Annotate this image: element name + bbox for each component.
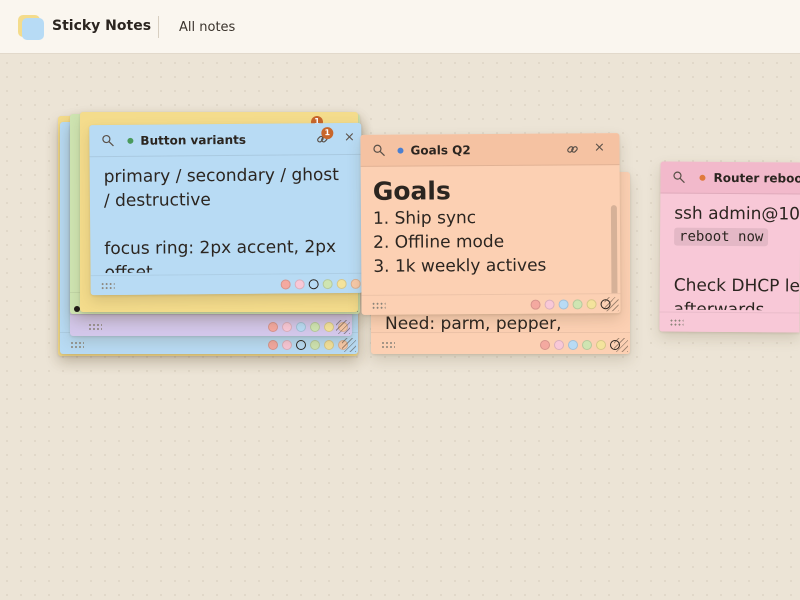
goal-item: 1. Ship sync bbox=[372, 208, 477, 229]
note-line: afterwards bbox=[673, 299, 765, 311]
swatch-blue-selected[interactable] bbox=[308, 279, 319, 290]
swatch-pink[interactable] bbox=[554, 340, 564, 350]
resize-handle[interactable] bbox=[342, 338, 356, 352]
link-count-badge: 1 bbox=[321, 127, 334, 140]
note-line: Need: parm, pepper, bbox=[385, 314, 562, 334]
swatch-orange[interactable] bbox=[350, 278, 361, 289]
swatch-green[interactable] bbox=[572, 299, 583, 310]
app-logo-icon bbox=[18, 15, 44, 41]
note-header[interactable]: Goals Q2 × bbox=[360, 133, 620, 167]
swatch-yellow[interactable] bbox=[336, 278, 347, 290]
app-title: Sticky Notes bbox=[52, 18, 152, 34]
swatch-yellow[interactable] bbox=[596, 340, 606, 350]
note-body[interactable]: ssh admin@10. reboot now Check DHCP le a… bbox=[674, 202, 800, 311]
note-title: Button variants bbox=[140, 132, 247, 148]
note-body[interactable]: Goals 1. Ship sync 2. Offline mode 3. 1k… bbox=[373, 175, 611, 293]
swatch-yellow[interactable] bbox=[324, 340, 334, 350]
swatch-red[interactable] bbox=[268, 340, 278, 350]
pin-icon[interactable] bbox=[372, 144, 386, 158]
note-header[interactable]: Button variants 1 × bbox=[89, 122, 362, 158]
drag-handle-icon[interactable] bbox=[100, 281, 115, 291]
swatch-red[interactable] bbox=[268, 322, 278, 332]
color-swatches bbox=[280, 278, 361, 290]
note-goals-q2[interactable]: Goals Q2 × Goals 1. Ship sync 2. Offline… bbox=[360, 133, 621, 315]
note-line: focus ring: 2px accent, 2px bbox=[104, 237, 337, 260]
header-divider bbox=[158, 16, 159, 38]
swatch-blue[interactable] bbox=[568, 340, 578, 350]
top-bar: Sticky Notes All notes bbox=[0, 0, 800, 54]
color-swatches bbox=[530, 299, 611, 310]
color-swatches bbox=[540, 340, 620, 350]
code-line: reboot now bbox=[674, 226, 800, 251]
resize-handle[interactable] bbox=[614, 338, 628, 352]
swatch-pink[interactable] bbox=[282, 340, 292, 350]
swatch-green[interactable] bbox=[582, 340, 592, 350]
swatch-pink[interactable] bbox=[282, 322, 292, 332]
note-line: Check DHCP le bbox=[673, 275, 800, 297]
swatch-pink[interactable] bbox=[544, 299, 555, 310]
note-header[interactable]: Router reboot bbox=[660, 161, 800, 195]
resize-handle[interactable] bbox=[604, 297, 619, 312]
note-line: / destructive bbox=[103, 190, 211, 212]
note-line: primary / secondary / ghost bbox=[103, 165, 339, 188]
drag-handle-icon[interactable] bbox=[669, 318, 684, 327]
swatch-green[interactable] bbox=[322, 279, 333, 290]
status-dot bbox=[397, 147, 404, 154]
note-title: Router reboot bbox=[713, 170, 800, 186]
note-footer bbox=[659, 311, 800, 333]
pin-icon[interactable] bbox=[672, 171, 686, 185]
swatch-green[interactable] bbox=[310, 322, 320, 332]
note-body[interactable]: primary / secondary / ghost / destructiv… bbox=[104, 163, 353, 273]
drag-handle-icon[interactable] bbox=[70, 341, 84, 349]
swatch-red[interactable] bbox=[280, 279, 291, 290]
note-footer bbox=[70, 314, 352, 336]
swatch-red[interactable] bbox=[530, 299, 541, 310]
drag-handle-icon[interactable] bbox=[381, 341, 395, 349]
swatch-yellow[interactable] bbox=[324, 322, 334, 332]
drag-handle-icon[interactable] bbox=[88, 323, 102, 331]
note-router-reboot[interactable]: Router reboot ssh admin@10. reboot now C… bbox=[659, 161, 800, 333]
note-footer bbox=[361, 293, 621, 315]
close-icon[interactable]: × bbox=[592, 140, 606, 156]
notes-canvas: 1 Button variants 1 × primary / secondar… bbox=[0, 54, 800, 600]
code-chip: reboot now bbox=[674, 227, 769, 247]
status-dot bbox=[699, 174, 706, 181]
note-footer bbox=[90, 272, 363, 296]
close-icon[interactable]: × bbox=[342, 130, 356, 146]
swatch-blue[interactable] bbox=[296, 322, 306, 332]
resize-handle[interactable] bbox=[336, 320, 350, 334]
color-swatches bbox=[268, 340, 348, 350]
swatch-red[interactable] bbox=[540, 340, 550, 350]
note-line: ssh admin@10. bbox=[674, 203, 800, 225]
swatch-pink[interactable] bbox=[294, 279, 305, 290]
goal-item: 3. 1k weekly actives bbox=[373, 255, 547, 277]
note-heading: Goals bbox=[372, 176, 451, 206]
status-dot bbox=[127, 137, 134, 144]
link-icon[interactable] bbox=[565, 142, 579, 156]
drag-handle-icon[interactable] bbox=[371, 301, 386, 310]
stack-dot-marker bbox=[74, 306, 80, 312]
swatch-green[interactable] bbox=[310, 340, 320, 350]
note-footer bbox=[371, 332, 630, 354]
scrollbar[interactable] bbox=[610, 205, 618, 302]
pin-icon[interactable] bbox=[101, 134, 115, 148]
note-button-variants[interactable]: Button variants 1 × primary / secondary … bbox=[89, 122, 363, 296]
swatch-yellow[interactable] bbox=[586, 299, 597, 310]
all-notes-link[interactable]: All notes bbox=[179, 20, 235, 35]
note-title: Goals Q2 bbox=[410, 143, 471, 158]
swatch-blue-selected[interactable] bbox=[296, 340, 306, 350]
swatch-blue[interactable] bbox=[558, 299, 569, 310]
note-line: offset bbox=[104, 262, 153, 274]
goal-item: 2. Offline mode bbox=[373, 231, 505, 253]
